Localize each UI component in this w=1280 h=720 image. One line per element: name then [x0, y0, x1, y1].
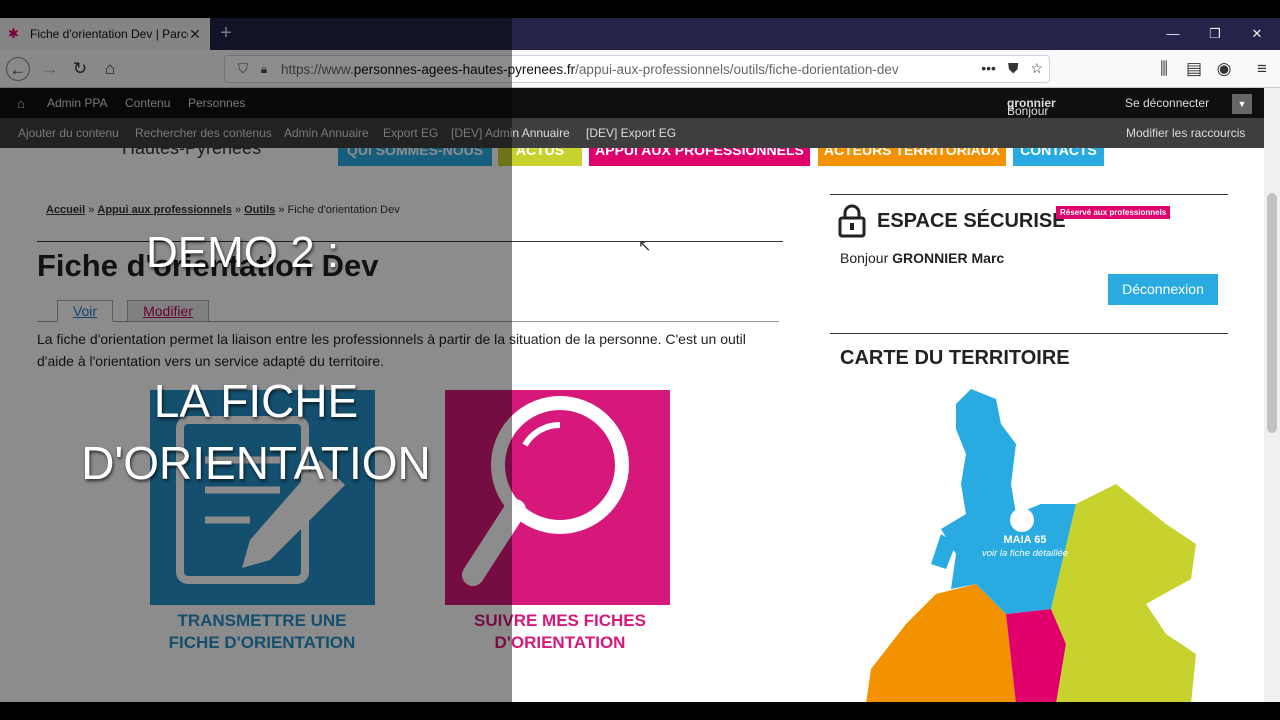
menu-actus[interactable]: ACTUS	[498, 148, 582, 166]
breadcrumb-appui[interactable]: Appui aux professionnels	[97, 204, 231, 216]
home-admin-icon[interactable]: ⌂	[17, 96, 25, 111]
letterbox-bottom	[0, 702, 1280, 720]
shortcut-admin-annuaire[interactable]: Admin Annuaire	[284, 126, 369, 140]
pro-badge: Réservé aux professionnels	[1056, 206, 1171, 219]
tab-voir[interactable]: Voir	[57, 300, 113, 322]
tab-title: Fiche d'orientation Dev | Parco	[30, 27, 188, 41]
shortcut-dev-admin-annuaire[interactable]: [DEV] Admin Annuaire	[451, 126, 570, 140]
divider	[830, 194, 1228, 195]
library-icon[interactable]: ⫼	[1152, 57, 1176, 81]
new-tab-button[interactable]: +	[214, 22, 238, 46]
restore-icon[interactable]: ❐	[1194, 18, 1236, 50]
breadcrumb-separator: »	[234, 204, 242, 216]
shortcut-dev-export-eg[interactable]: [DEV] Export EG	[586, 126, 676, 140]
follow-forms-label[interactable]: SUIVRE MES FICHES D'ORIENTATION	[430, 610, 690, 654]
edit-shortcuts-link[interactable]: Modifier les raccourcis	[1126, 126, 1245, 140]
browser-tab[interactable]: ✱ Fiche d'orientation Dev | Parco ✕	[0, 18, 210, 50]
menu-acteurs-territoriaux[interactable]: ACTEURS TERRITORIAUX	[818, 148, 1006, 166]
breadcrumb-separator: »	[88, 204, 95, 216]
more-actions-icon[interactable]: •••	[981, 60, 996, 77]
admin-shortcuts-bar: Ajouter du contenu Rechercher des conten…	[0, 118, 1264, 148]
shortcut-search-content[interactable]: Rechercher des contenus	[135, 126, 272, 140]
menu-qui-sommes-nous[interactable]: QUI SOMMES-NOUS	[338, 148, 492, 166]
screen: ✱ Fiche d'orientation Dev | Parco ✕ + — …	[0, 0, 1280, 720]
breadcrumb-accueil[interactable]: Accueil	[46, 204, 85, 216]
lock-icon[interactable]: 🔒︎	[255, 62, 273, 77]
menu-contacts[interactable]: CONTACTS	[1013, 148, 1104, 166]
people-link[interactable]: Personnes	[188, 96, 245, 110]
page-scrollbar[interactable]	[1264, 88, 1280, 702]
map-label[interactable]: MAIA 65	[985, 534, 1065, 546]
url-text: https://www.personnes-agees-hautes-pyren…	[281, 61, 899, 77]
map-sublabel[interactable]: voir la fiche détaillée	[970, 548, 1080, 559]
mouse-cursor-icon: ↖	[638, 238, 652, 255]
user-hello: Bonjour GRONNIER Marc	[840, 250, 1005, 266]
logout-link[interactable]: Se déconnecter	[1125, 96, 1209, 110]
close-tab-icon[interactable]: ✕	[188, 26, 202, 43]
map-title: CARTE DU TERRITOIRE	[840, 347, 1070, 369]
divider	[830, 333, 1228, 334]
padlock-icon	[838, 204, 866, 238]
browser-tab-strip: ✱ Fiche d'orientation Dev | Parco ✕ + — …	[0, 18, 1280, 50]
address-bar[interactable]: ⛉ 🔒︎ https://www.personnes-agees-hautes-…	[224, 55, 1050, 83]
content-link[interactable]: Contenu	[125, 96, 170, 110]
close-window-icon[interactable]: ✕	[1236, 18, 1278, 50]
breadcrumb-outils[interactable]: Outils	[244, 204, 275, 216]
pocket-icon[interactable]: ⛊	[1008, 60, 1019, 77]
breadcrumb-separator: »	[278, 204, 285, 216]
reload-icon[interactable]: ↻	[68, 57, 92, 81]
user-greeting: Bonjour gronnier	[1007, 96, 1056, 118]
sidebar-icon[interactable]: ▤	[1182, 57, 1206, 81]
back-icon[interactable]: ←	[6, 57, 30, 81]
map-pin-icon[interactable]	[1010, 508, 1034, 532]
transmit-form-label[interactable]: TRANSMETTRE UNE FICHE D'ORIENTATION	[132, 610, 392, 654]
bookmark-star-icon[interactable]: ☆	[1030, 60, 1043, 77]
minimize-icon[interactable]: —	[1152, 18, 1194, 50]
home-icon[interactable]: ⌂	[98, 57, 122, 81]
site-favicon-icon: ✱	[8, 26, 19, 41]
local-tasks: Voir Modifier	[37, 300, 779, 322]
tracking-shield-icon[interactable]: ⛉	[231, 61, 255, 77]
browser-nav-bar: ← → ↻ ⌂ ⛉ 🔒︎ https://www.personnes-agees…	[0, 50, 1280, 88]
shortcut-export-eg[interactable]: Export EG	[383, 126, 438, 140]
forward-icon[interactable]: →	[38, 57, 62, 81]
overlay-subtitle: LA FICHE D'ORIENTATION	[81, 375, 431, 489]
scrollbar-thumb[interactable]	[1267, 193, 1277, 433]
intro-text: La fiche d'orientation permet la liaison…	[37, 331, 746, 369]
shortcut-add-content[interactable]: Ajouter du contenu	[18, 126, 119, 140]
menu-icon[interactable]: ≡	[1250, 57, 1274, 81]
site-name[interactable]: Hautes-Pyrénées	[122, 148, 261, 159]
letterbox-top	[0, 0, 1280, 18]
logout-button[interactable]: Déconnexion	[1108, 274, 1218, 305]
magnifier-icon	[462, 396, 629, 586]
breadcrumb: Accueil » Appui aux professionnels » Out…	[46, 204, 400, 216]
menu-appui-professionnels[interactable]: APPUI AUX PROFESSIONNELS	[589, 148, 810, 166]
admin-toolbar: ⌂ Admin PPA Contenu Personnes Bonjour gr…	[0, 88, 1264, 118]
breadcrumb-current: Fiche d'orientation Dev	[287, 204, 400, 216]
overlay-title: DEMO 2 :	[146, 228, 340, 277]
admin-ppa-link[interactable]: Admin PPA	[47, 96, 107, 110]
follow-forms-card[interactable]	[445, 390, 670, 605]
account-icon[interactable]: ◉	[1212, 57, 1236, 81]
secure-space-title: ESPACE SÉCURISÉ	[877, 210, 1066, 232]
toolbar-toggle-icon[interactable]: ▼	[1232, 94, 1252, 114]
tab-modifier[interactable]: Modifier	[127, 300, 209, 322]
